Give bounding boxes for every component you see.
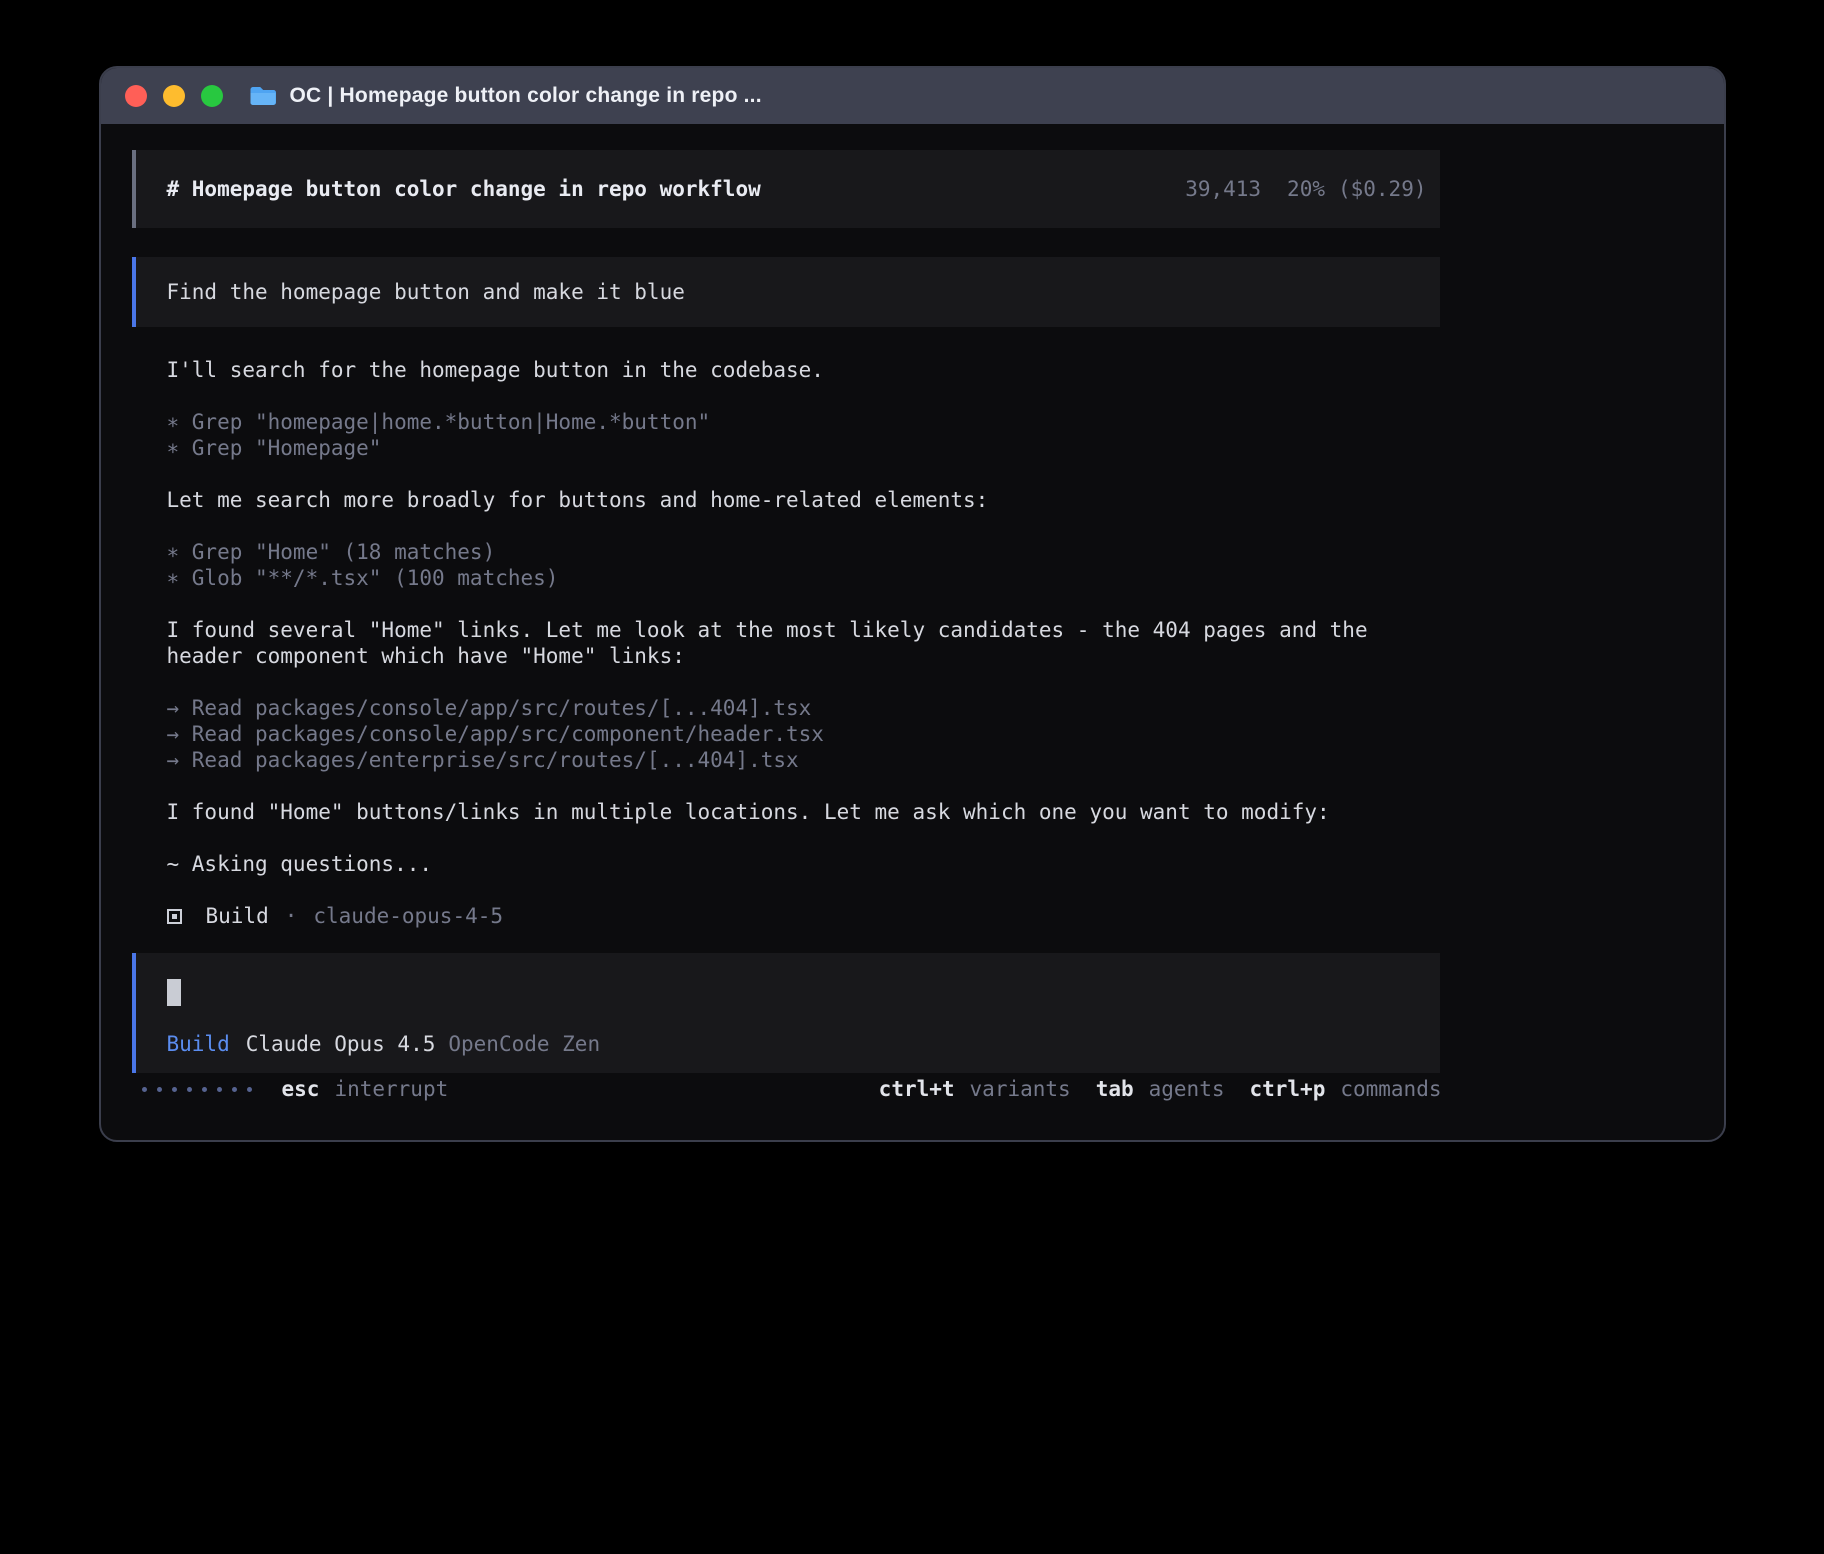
shortcut-hint: ctrl+t variants [879,1076,1071,1102]
spinner-dot [217,1087,222,1092]
shortcut-key: ctrl+p [1249,1076,1325,1102]
build-agent-icon [167,909,182,924]
spinner-dot [202,1087,207,1092]
session-stats: 39,413 20% ($0.29) [1185,176,1426,202]
agent-model: claude-opus-4-5 [313,903,503,929]
user-message-text: Find the homepage button and make it blu… [167,279,685,305]
shortcut-label: agents [1149,1076,1225,1102]
prompt-input[interactable]: Build Claude Opus 4.5 OpenCode Zen [132,953,1440,1073]
input-provider-label: OpenCode Zen [448,1031,600,1057]
minimize-button[interactable] [163,85,185,107]
transcript-line: → Read packages/console/app/src/routes/[… [167,695,1440,721]
spinner-dot [187,1087,192,1092]
agent-name: Build [206,903,269,929]
text-cursor [167,979,181,1006]
statusbar-left: esc interrupt [142,1076,449,1102]
shortcut-label: commands [1340,1076,1441,1102]
shortcut-key: ctrl+t [879,1076,955,1102]
terminal-window: OC | Homepage button color change in rep… [99,66,1726,1142]
transcript-line: ∗ Grep "homepage|home.*button|Home.*butt… [167,409,1440,435]
user-message: Find the homepage button and make it blu… [132,257,1440,327]
transcript-line: ∗ Glob "**/*.tsx" (100 matches) [167,565,1440,591]
transcript-line: header component which have "Home" links… [167,643,1440,669]
spinner-dot [247,1087,252,1092]
spinner-dot [172,1087,177,1092]
window-title: OC | Homepage button color change in rep… [290,84,762,108]
spinner-dot [232,1087,237,1092]
transcript-line: → Read packages/console/app/src/componen… [167,721,1440,747]
folder-icon [249,85,277,107]
context-percent: 20% [1287,176,1325,202]
shortcut-hint: ctrl+p commands [1249,1076,1441,1102]
spinner-dots [142,1087,252,1092]
spinner-dot [157,1087,162,1092]
agent-separator: · [285,903,298,929]
input-model-label: Claude Opus 4.5 [246,1031,436,1057]
statusbar-shortcuts: ctrl+t variants tab agents ctrl+p commands [879,1076,1442,1102]
token-count: 39,413 [1185,176,1261,202]
session-cost: ($0.29) [1338,176,1427,202]
shortcut-key: tab [1096,1076,1134,1102]
shortcut-label: variants [970,1076,1071,1102]
transcript-line: I found several "Home" links. Let me loo… [167,617,1440,643]
transcript-line: I'll search for the homepage button in t… [167,357,1440,383]
input-meta: Build Claude Opus 4.5 OpenCode Zen [167,1031,1409,1057]
esc-key-label: interrupt [334,1076,448,1102]
close-button[interactable] [125,85,147,107]
agent-status: Build · claude-opus-4-5 [167,903,1724,929]
zoom-button[interactable] [201,85,223,107]
esc-key-hint: esc [282,1076,320,1102]
transcript-line: I found "Home" buttons/links in multiple… [167,799,1440,825]
session-title: # Homepage button color change in repo w… [167,176,761,202]
transcript-line: ∗ Grep "Home" (18 matches) [167,539,1440,565]
transcript: I'll search for the homepage button in t… [167,357,1440,877]
transcript-line: Let me search more broadly for buttons a… [167,487,1440,513]
window-titlebar[interactable]: OC | Homepage button color change in rep… [101,68,1724,124]
input-mode-label: Build [167,1031,230,1057]
shortcut-hint: tab agents [1096,1076,1225,1102]
terminal-content: # Homepage button color change in repo w… [101,124,1724,1140]
session-header: # Homepage button color change in repo w… [132,150,1440,228]
transcript-line: → Read packages/enterprise/src/routes/[.… [167,747,1440,773]
transcript-line: ∗ Grep "Homepage" [167,435,1440,461]
spinner-dot [142,1087,147,1092]
statusbar: esc interrupt ctrl+tvariantstabagentsctr… [142,1076,1442,1140]
transcript-line: ~ Asking questions... [167,851,1440,877]
traffic-lights [125,85,223,107]
